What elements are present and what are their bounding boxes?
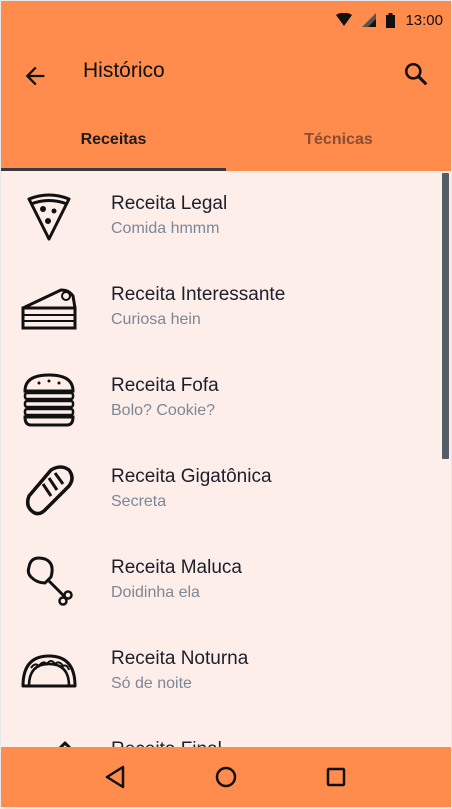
bread-icon <box>25 465 74 516</box>
home-circle-icon[interactable] <box>211 762 241 792</box>
recipe-subtitle: Só de noite <box>111 675 192 692</box>
recipe-title: Receita Interessante <box>111 284 286 305</box>
list-item[interactable]: Receita Maluca Doidinha ela <box>1 535 451 626</box>
recipe-title: Receita Noturna <box>111 648 249 669</box>
search-icon[interactable] <box>403 61 429 87</box>
wifi-icon <box>336 13 353 26</box>
recipe-subtitle: Doidinha ela <box>111 584 200 601</box>
list-item[interactable]: Receita Final <box>1 717 451 747</box>
taco-icon <box>21 654 77 688</box>
list-item[interactable]: Receita Legal Comida hmmm <box>1 171 451 262</box>
recipe-title: Receita Final <box>111 739 222 747</box>
cake-icon <box>21 288 77 330</box>
system-nav-bar <box>1 747 451 807</box>
recipe-title: Receita Gigatônica <box>111 466 272 487</box>
recipe-subtitle: Curiosa hein <box>111 311 201 328</box>
back-triangle-icon[interactable] <box>101 762 131 792</box>
phone-screen: 13:00 Histórico Receitas Técnicas Receit… <box>1 1 451 807</box>
page-title: Histórico <box>83 59 165 82</box>
recipe-subtitle: Secreta <box>111 493 167 510</box>
clock-time: 13:00 <box>405 11 443 29</box>
tab-tecnicas[interactable]: Técnicas <box>226 109 451 171</box>
list-item[interactable]: Receita Fofa Bolo? Cookie? <box>1 353 451 444</box>
recipe-subtitle: Comida hmmm <box>111 220 220 237</box>
recipe-title: Receita Fofa <box>111 375 219 396</box>
recipe-title: Receita Legal <box>111 193 228 214</box>
battery-icon <box>386 12 396 28</box>
list-item[interactable]: Receita Interessante Curiosa hein <box>1 262 451 353</box>
recipe-subtitle: Bolo? Cookie? <box>111 402 216 419</box>
list-item[interactable]: Receita Noturna Só de noite <box>1 626 451 717</box>
list-scrollbar[interactable] <box>442 173 449 459</box>
chicken-leg-icon <box>26 556 73 606</box>
tab-bar: Receitas Técnicas <box>1 109 451 171</box>
signal-icon <box>362 13 377 27</box>
burger-icon <box>23 373 75 427</box>
app-bar: Histórico <box>1 39 451 109</box>
recipe-list: Receita Legal Comida hmmm Receita Intere… <box>1 171 451 747</box>
pizza-icon <box>27 193 71 241</box>
bottle-icon <box>58 741 72 747</box>
tab-receitas[interactable]: Receitas <box>1 109 226 171</box>
arrow-left-icon[interactable] <box>21 62 49 90</box>
status-bar: 13:00 <box>1 1 451 39</box>
recents-square-icon[interactable] <box>321 762 351 792</box>
recipe-title: Receita Maluca <box>111 557 242 578</box>
list-item[interactable]: Receita Gigatônica Secreta <box>1 444 451 535</box>
